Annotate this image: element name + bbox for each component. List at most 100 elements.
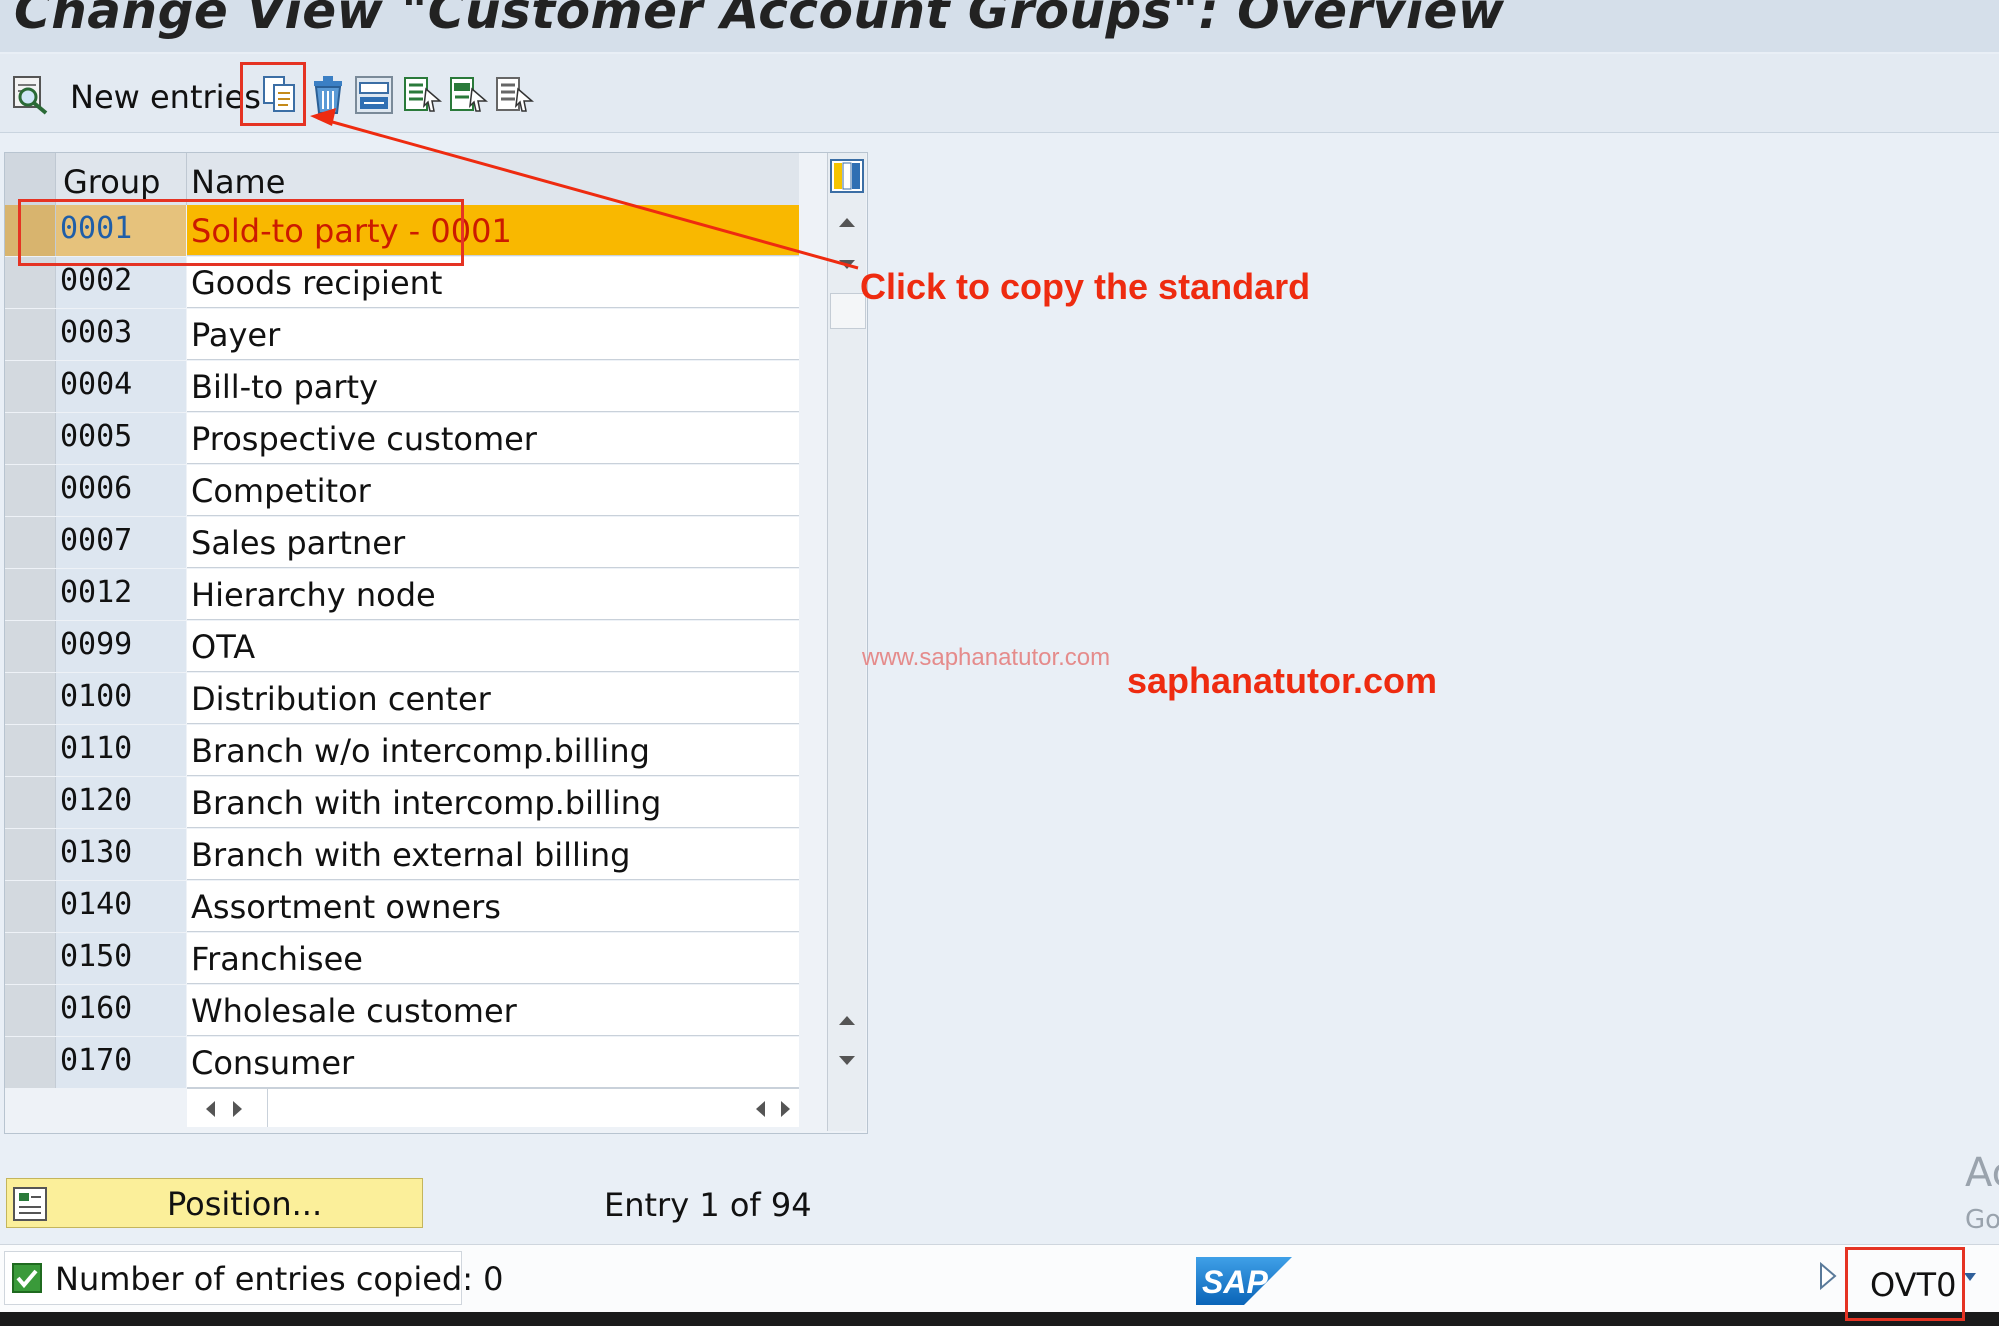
row-selector[interactable] [5,829,56,880]
row-selector[interactable] [5,517,56,568]
table-row[interactable]: 0004 Bill-to party [5,361,799,413]
group-cell[interactable]: 0006 [56,465,186,516]
group-cell[interactable]: 0160 [56,985,186,1036]
table-row[interactable]: 0006 Competitor [5,465,799,517]
scroll-divider [267,1089,268,1127]
table-row[interactable]: 0099 OTA [5,621,799,673]
select-all-rows-cell[interactable] [5,153,56,205]
status-message-box[interactable]: Number of entries copied: 0 [4,1251,504,1305]
group-cell[interactable]: 0100 [56,673,186,724]
group-cell[interactable]: 0130 [56,829,186,880]
goto-settings-fragment: Go [1965,1205,1999,1235]
name-cell[interactable]: Assortment owners [187,881,799,932]
group-cell[interactable]: 0004 [56,361,186,412]
row-selector[interactable] [5,413,56,464]
row-selector[interactable] [5,361,56,412]
new-entries-button[interactable]: New entries [70,78,261,116]
name-cell[interactable]: Payer [187,309,799,360]
table-row[interactable]: 0120 Branch with intercomp.billing [5,777,799,829]
title-bar: Change View "Customer Account Groups": O… [0,0,1999,52]
group-cell[interactable]: 0140 [56,881,186,932]
group-cell[interactable]: 0007 [56,517,186,568]
name-cell[interactable]: Consumer [187,1037,799,1088]
position-button[interactable]: Position... [6,1178,423,1228]
sap-logo: SAP [1196,1257,1292,1305]
row-selector[interactable] [5,985,56,1036]
group-cell[interactable]: 0120 [56,777,186,828]
row-selector[interactable] [5,569,56,620]
page-down-icon[interactable] [837,1053,857,1067]
name-cell[interactable]: OTA [187,621,799,672]
table-row[interactable]: 0140 Assortment owners [5,881,799,933]
name-cell[interactable]: Wholesale customer [187,985,799,1036]
table-row[interactable]: 0005 Prospective customer [5,413,799,465]
table-settings-icon[interactable] [828,157,866,195]
select-block-icon[interactable] [446,73,490,117]
column-header-group[interactable]: Group [63,163,160,201]
table-row[interactable]: 0170 Consumer [5,1037,799,1089]
highlight-copy-button [240,62,306,126]
group-cell[interactable]: 0005 [56,413,186,464]
table-row[interactable]: 0160 Wholesale customer [5,985,799,1037]
name-cell[interactable]: Franchisee [187,933,799,984]
name-cell[interactable]: Branch w/o intercomp.billing [187,725,799,776]
callout-text: Click to copy the standard [860,266,1311,307]
group-cell[interactable]: 0099 [56,621,186,672]
table-row[interactable]: 0003 Payer [5,309,799,361]
expand-status-icon[interactable] [1818,1261,1838,1291]
scroll-down-small-icon[interactable] [837,257,857,271]
group-cell[interactable]: 0012 [56,569,186,620]
name-cell[interactable]: Branch with external billing [187,829,799,880]
status-bar: Number of entries copied: 0 SAP [0,1244,1999,1313]
row-selector[interactable] [5,1037,56,1088]
scroll-left-end-icon[interactable] [753,1099,767,1119]
success-check-icon [12,1263,42,1293]
bottom-strip [0,1312,1999,1326]
table-row[interactable]: 0150 Franchisee [5,933,799,985]
delete-icon[interactable] [306,73,350,117]
row-selector[interactable] [5,881,56,932]
scroll-left-icon[interactable] [203,1099,217,1119]
name-cell[interactable]: Prospective customer [187,413,799,464]
glasses-search-icon[interactable] [8,73,52,117]
row-selector[interactable] [5,673,56,724]
table-row[interactable]: 0100 Distribution center [5,673,799,725]
row-selector[interactable] [5,621,56,672]
account-groups-table: Group Name 0001 Sold-to party - 0001 0002 G… [4,152,868,1134]
row-selector[interactable] [5,309,56,360]
group-cell[interactable]: 0110 [56,725,186,776]
name-cell[interactable]: Sales partner [187,517,799,568]
table-row[interactable]: 0130 Branch with external billing [5,829,799,881]
row-selector[interactable] [5,465,56,516]
name-cell[interactable]: Branch with intercomp.billing [187,777,799,828]
position-label: Position... [167,1185,323,1223]
page-up-icon[interactable] [837,1013,857,1027]
row-selector[interactable] [5,933,56,984]
name-cell[interactable]: Competitor [187,465,799,516]
group-cell[interactable]: 0170 [56,1037,186,1088]
table-row[interactable]: 0110 Branch w/o intercomp.billing [5,725,799,777]
table-row[interactable]: 0012 Hierarchy node [5,569,799,621]
svg-text:SAP: SAP [1202,1264,1268,1300]
transaction-code: OVT0 [1870,1266,1957,1304]
group-cell[interactable]: 0003 [56,309,186,360]
scroll-right-end-icon[interactable] [779,1099,793,1119]
undo-change-icon[interactable] [352,73,396,117]
horizontal-scrollbar[interactable] [187,1088,799,1127]
deselect-all-icon[interactable] [492,73,536,117]
name-cell[interactable]: Hierarchy node [187,569,799,620]
site-label: saphanatutor.com [1127,660,1438,701]
table-row[interactable]: 0007 Sales partner [5,517,799,569]
select-all-icon[interactable] [400,73,444,117]
name-cell[interactable]: Bill-to party [187,361,799,412]
row-selector[interactable] [5,725,56,776]
header-divider [186,153,187,205]
scroll-up-icon[interactable] [837,215,857,229]
row-selector[interactable] [5,777,56,828]
group-cell[interactable]: 0150 [56,933,186,984]
transaction-code-field[interactable]: OVT0 [1845,1247,1965,1321]
scroll-right-icon[interactable] [231,1099,245,1119]
highlight-first-row [18,199,464,266]
column-header-name[interactable]: Name [191,163,285,201]
name-cell[interactable]: Distribution center [187,673,799,724]
